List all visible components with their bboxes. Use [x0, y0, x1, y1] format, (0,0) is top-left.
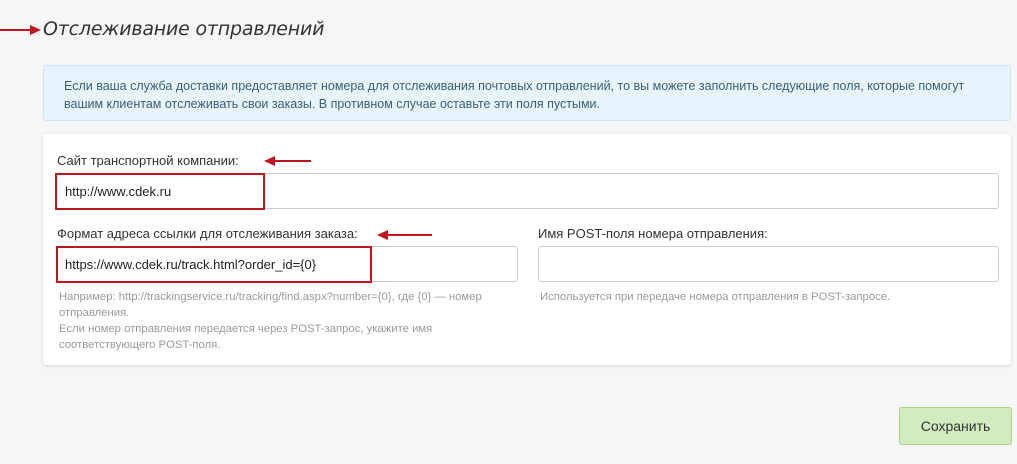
tracking-url-help-example: Например: http://trackingservice.ru/trac… [59, 291, 482, 319]
save-button[interactable]: Сохранить [899, 407, 1012, 445]
annotation-arrow-title [0, 25, 41, 35]
annotation-arrow-tracking-url [377, 230, 432, 240]
page-title: Отслеживание отправлений [43, 18, 325, 40]
tracking-url-help: Например: http://trackingservice.ru/trac… [59, 289, 519, 353]
tracking-url-label: Формат адреса ссылки для отслеживания за… [57, 226, 358, 241]
tracking-url-input[interactable] [56, 246, 518, 282]
company-site-input[interactable] [56, 173, 999, 209]
info-text: Если ваша служба доставки предоставляет … [64, 79, 965, 111]
info-alert: Если ваша служба доставки предоставляет … [43, 65, 1011, 121]
annotation-arrow-company-site [264, 156, 311, 166]
post-field-help: Используется при передаче номера отправл… [540, 291, 891, 303]
tracking-url-help-post: Если номер отправления передается через … [59, 323, 433, 351]
company-site-label: Сайт транспортной компании: [57, 153, 239, 168]
post-field-input[interactable] [538, 246, 999, 282]
post-field-label: Имя POST-поля номера отправления: [538, 226, 768, 241]
tracking-settings-card: Сайт транспортной компании: Формат адрес… [43, 134, 1011, 365]
